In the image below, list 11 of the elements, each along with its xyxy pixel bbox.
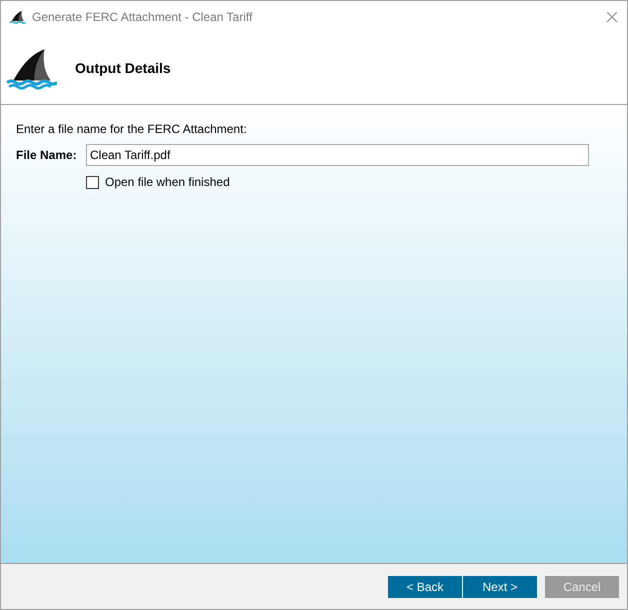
dialog-button[interactable]: Next > (463, 576, 537, 598)
prompt-text: Enter a file name for the FERC Attachment: (16, 121, 248, 137)
header-title: Output Details (75, 58, 171, 78)
close-icon[interactable] (607, 12, 617, 22)
window-title: Generate FERC Attachment - Clean Tariff (32, 8, 252, 26)
shark-fin-logo-icon (9, 10, 26, 24)
file-name-field[interactable]: Clean Tariff.pdf (86, 144, 589, 166)
checkbox[interactable] (86, 176, 99, 188)
field-label: File Name: (16, 147, 78, 164)
checkbox-label: Open file when finished (105, 174, 230, 191)
dialog-button[interactable]: < Back (388, 576, 462, 598)
